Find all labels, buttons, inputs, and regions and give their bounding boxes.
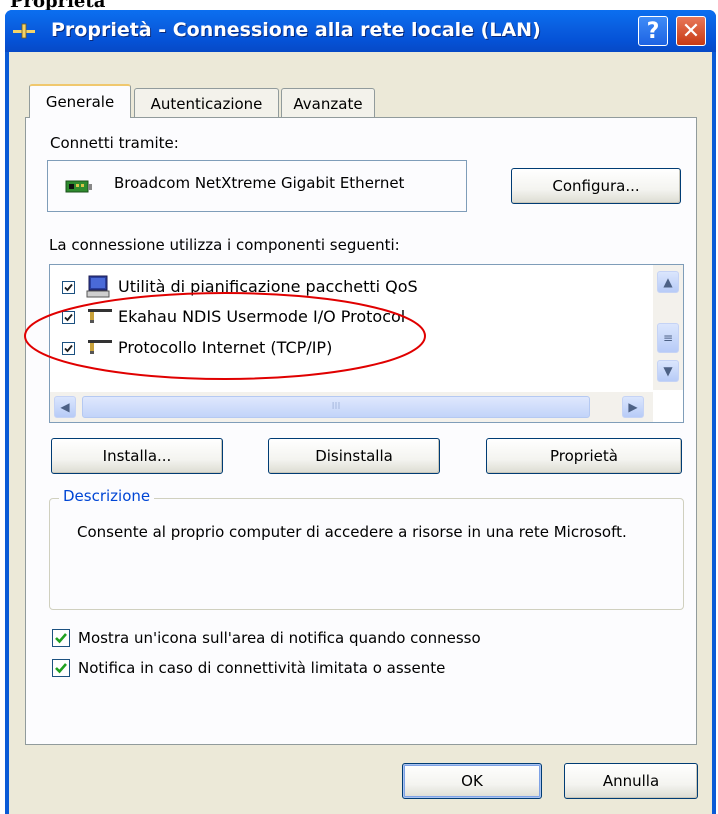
title-bar[interactable]: Proprietà - Connessione alla rete locale… [5,10,716,52]
component-label: Ekahau NDIS Usermode I/O Protocol [118,307,406,326]
check-icon [55,633,67,644]
horizontal-scrollbar[interactable]: ◀ III ▶ [50,392,653,422]
properties-button-label: Proprietà [550,447,618,465]
tab-general[interactable]: Generale [29,84,131,118]
vertical-scrollbar[interactable]: ▲ ≡ ▼ [653,265,683,390]
scroll-down-button[interactable]: ▼ [657,360,679,382]
device-name: Broadcom NetXtreme Gigabit Ethernet [114,174,405,192]
configure-button-label: Configura... [552,177,640,195]
description-groupbox [49,498,684,610]
show-icon-checkbox[interactable] [52,629,70,647]
component-checkbox[interactable] [62,342,75,355]
component-checkbox[interactable] [62,281,75,294]
scroll-thumb-vertical[interactable]: ≡ [657,323,679,353]
component-label: Protocollo Internet (TCP/IP) [118,338,333,357]
ok-button[interactable]: OK [402,763,542,799]
properties-button[interactable]: Proprietà [486,438,682,474]
check-icon [64,283,73,292]
uninstall-button-label: Disinstalla [315,447,393,465]
list-item[interactable]: Utilità di pianificazione pacchetti QoS [50,275,650,303]
cancel-button-label: Annulla [602,772,660,790]
components-list[interactable]: Utilità di pianificazione pacchetti QoS … [49,264,684,423]
description-text: Consente al proprio computer di accedere… [77,523,627,541]
device-field: Broadcom NetXtreme Gigabit Ethernet [47,160,467,212]
notify-limited-label[interactable]: Notifica in caso di connettività limitat… [78,659,445,677]
list-item[interactable]: Protocollo Internet (TCP/IP) [50,336,650,364]
scroll-thumb-horizontal[interactable]: III [82,396,590,418]
check-icon [64,313,73,322]
configure-button[interactable]: Configura... [511,168,681,204]
scroll-up-button[interactable]: ▲ [657,271,679,293]
scroll-right-button[interactable]: ▶ [622,396,644,418]
ok-button-label: OK [461,772,483,790]
cancel-button[interactable]: Annulla [564,763,698,799]
install-button-label: Installa... [102,447,172,465]
qos-computer-icon [86,275,110,298]
components-label: La connessione utilizza i componenti seg… [49,236,400,254]
description-legend: Descrizione [59,487,155,505]
help-button[interactable]: ? [638,16,668,46]
network-protocol-icon [88,340,112,354]
tab-advanced[interactable]: Avanzate [281,88,375,118]
scroll-left-button[interactable]: ◀ [54,396,76,418]
check-icon [64,344,73,353]
show-icon-label[interactable]: Mostra un'icona sull'area di notifica qu… [78,629,481,647]
network-connection-icon [13,23,35,39]
component-label: Utilità di pianificazione pacchetti QoS [118,277,418,296]
close-button[interactable]: ✕ [676,16,706,46]
install-button[interactable]: Installa... [51,438,223,474]
network-adapter-icon [65,180,92,193]
connect-using-label: Connetti tramite: [50,134,179,152]
list-item[interactable]: Ekahau NDIS Usermode I/O Protocol [50,305,650,333]
window-title: Proprietà - Connessione alla rete locale… [51,19,541,41]
notify-limited-checkbox[interactable] [52,659,70,677]
uninstall-button[interactable]: Disinstalla [268,438,440,474]
network-protocol-icon [88,309,112,323]
component-checkbox[interactable] [62,311,75,324]
tab-authentication[interactable]: Autenticazione [134,88,279,118]
check-icon [55,663,67,674]
